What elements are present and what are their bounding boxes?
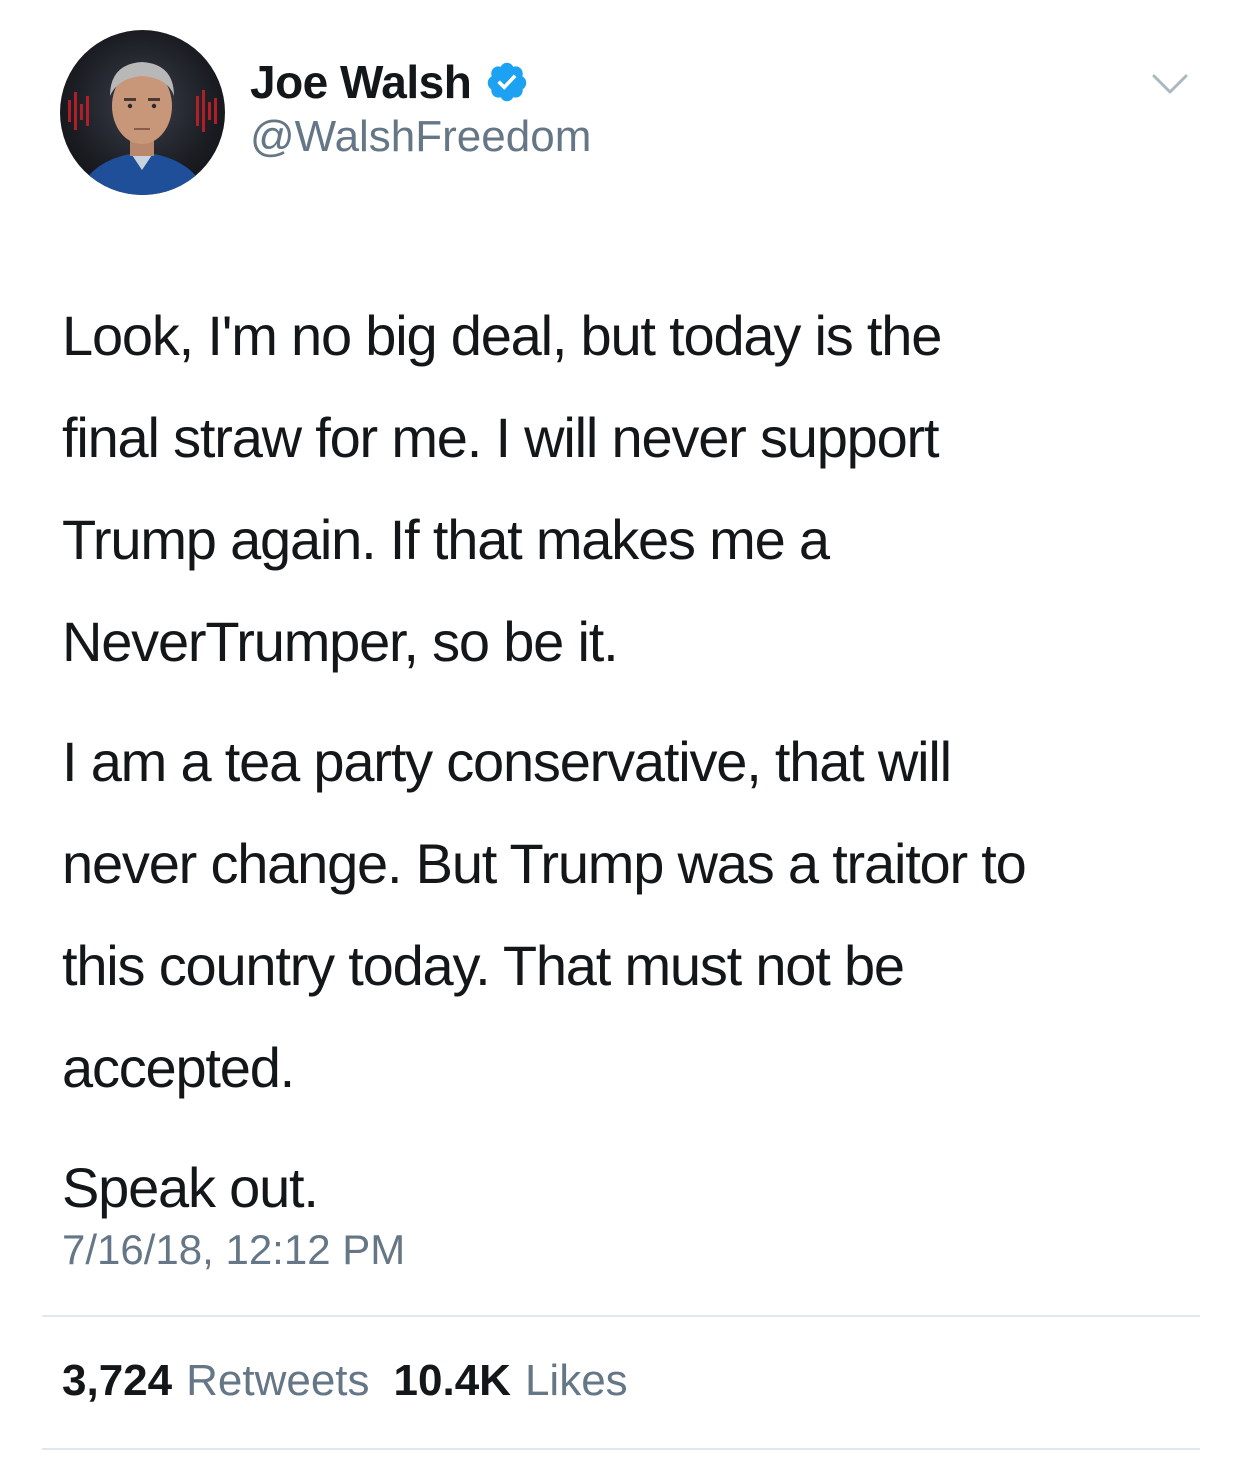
author-name-row[interactable]: Joe Walsh [250,52,529,112]
avatar-photo [68,62,217,195]
tweet-paragraph: I am a tea party conservative, that will… [62,730,1027,1099]
retweets-label: Retweets [186,1356,370,1405]
user-handle[interactable]: @WalshFreedom [250,112,591,162]
retweets-count: 3,724 [62,1356,173,1405]
verified-badge-icon [485,60,529,104]
likes-stat[interactable]: 10.4K Likes [394,1356,628,1406]
display-name[interactable]: Joe Walsh [250,55,472,109]
tweet-timestamp[interactable]: 7/16/18, 12:12 PM [62,1226,405,1274]
chevron-down-icon[interactable] [1150,70,1190,100]
divider [42,1448,1200,1450]
likes-count: 10.4K [393,1356,511,1405]
likes-label: Likes [524,1356,628,1405]
retweets-stat[interactable]: 3,724 Retweets [62,1356,370,1406]
divider [42,1315,1200,1317]
avatar[interactable] [60,30,225,195]
tweet-text: Look, I'm no big deal, but today is the … [62,285,1212,1239]
tweet-paragraph: Look, I'm no big deal, but today is the … [62,304,942,673]
tweet-paragraph: Speak out. [62,1156,319,1219]
engagement-stats: 3,724 Retweets 10.4K Likes [62,1356,628,1406]
